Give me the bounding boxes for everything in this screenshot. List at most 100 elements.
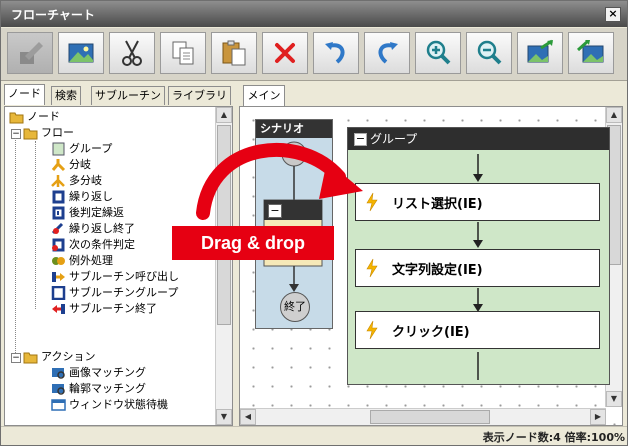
tree-item-next-condition[interactable]: 次の条件判定: [51, 237, 135, 253]
copy-button[interactable]: [160, 32, 206, 74]
group-icon: [52, 142, 65, 156]
tree-item-subroutine-group[interactable]: サブルーチングループ: [51, 285, 178, 301]
scroll-up-arrow-icon[interactable]: ▲: [606, 107, 622, 123]
image-button[interactable]: [58, 32, 104, 74]
tree-item-loop-end[interactable]: 繰り返し終了: [51, 221, 135, 237]
node-list-select-ie[interactable]: リスト選択(IE): [355, 183, 600, 221]
redo-button[interactable]: [364, 32, 410, 74]
zoom-out-button[interactable]: [466, 32, 512, 74]
scroll-down-arrow-icon[interactable]: ▼: [606, 391, 622, 407]
action-bolt-icon: [366, 192, 378, 212]
node-text-set-ie[interactable]: 文字列設定(IE): [355, 249, 600, 287]
fit-screen-icon: [527, 39, 553, 63]
delete-button[interactable]: [262, 32, 308, 74]
tree-expander-action[interactable]: −: [11, 353, 21, 363]
scenario-box[interactable]: シナリオ − 終了: [255, 119, 333, 329]
scenario-title: シナリオ: [256, 120, 332, 138]
node-label: 文字列設定(IE): [392, 262, 483, 278]
zoom-in-button[interactable]: [415, 32, 461, 74]
scroll-thumb[interactable]: [370, 410, 490, 424]
tree-item-loop[interactable]: 繰り返し: [51, 189, 113, 205]
tree-item-group[interactable]: グループ: [51, 141, 112, 157]
paste-button[interactable]: [211, 32, 257, 74]
tree-item-label: 繰り返し終了: [69, 222, 135, 235]
canvas-horizontal-scrollbar[interactable]: ◀ ▶: [240, 408, 606, 425]
delete-x-icon: [275, 43, 295, 63]
tree-item-label: 後判定繰返: [69, 206, 124, 219]
scroll-thumb[interactable]: [217, 125, 231, 325]
window-wait-icon: [51, 399, 66, 411]
tree-item-exception[interactable]: 例外処理: [51, 253, 113, 269]
tree-connector: [35, 141, 36, 309]
close-button[interactable]: ×: [605, 7, 621, 22]
tab-node[interactable]: ノード: [4, 84, 45, 105]
node-label: リスト選択(IE): [392, 196, 483, 212]
tree-vertical-scrollbar[interactable]: ▲ ▼: [215, 107, 232, 425]
next-condition-icon: [52, 238, 65, 252]
tree-item-window-wait[interactable]: ウィンドウ状態待機: [51, 397, 168, 413]
scroll-up-arrow-icon[interactable]: ▲: [216, 107, 232, 123]
undo-button[interactable]: [313, 32, 359, 74]
tree-item-label: ノード: [27, 110, 60, 123]
status-text: 表示ノード数:4 倍率:100%: [482, 431, 625, 444]
cut-button[interactable]: [109, 32, 155, 74]
folder-icon: [23, 128, 38, 140]
tree-item-flow[interactable]: フロー: [23, 125, 74, 141]
tree-item-image-matching[interactable]: 画像マッチング: [51, 365, 146, 381]
disabled-edit-button: [7, 32, 53, 74]
node-click-ie[interactable]: クリック(IE): [355, 311, 600, 349]
tree-item-label: 多分岐: [69, 174, 102, 187]
tab-main[interactable]: メイン: [243, 85, 285, 106]
fit-width-icon: [576, 39, 604, 63]
image-icon: [68, 43, 94, 63]
tab-library[interactable]: ライブラリ: [168, 86, 231, 105]
node-label: クリック(IE): [392, 324, 470, 340]
group-header: − グループ: [348, 128, 609, 150]
tree-item-label: サブルーチングループ: [69, 286, 179, 299]
title-bar[interactable]: フローチャート ×: [1, 1, 627, 27]
tree-item-label: アクション: [41, 350, 96, 363]
end-node[interactable]: 終了: [280, 292, 310, 322]
scenario-collapse-button[interactable]: −: [268, 204, 282, 218]
tree-connector: [15, 138, 16, 353]
tab-search[interactable]: 検索: [51, 86, 81, 105]
tree-item-multi-branch[interactable]: 多分岐: [51, 173, 102, 189]
multi-branch-icon: [51, 175, 65, 187]
fit-screen-button[interactable]: [517, 32, 563, 74]
tree-item-subroutine-end[interactable]: サブルーチン終了: [51, 301, 157, 317]
paste-icon: [222, 40, 246, 66]
tree-item-subroutine-call[interactable]: サブルーチン呼び出し: [51, 269, 179, 285]
tree-expander-flow[interactable]: −: [11, 129, 21, 139]
folder-icon: [9, 112, 24, 124]
tree-item-contour-matching[interactable]: 輪郭マッチング: [51, 381, 146, 397]
group-collapse-button[interactable]: −: [354, 133, 367, 146]
tree-item-label: 輪郭マッチング: [69, 382, 146, 395]
node-tree-panel: ノード − フロー グループ 分岐 多分岐 繰り返し 後判定繰返 繰り返し終了 …: [4, 106, 233, 426]
subroutine-group-icon: [51, 286, 66, 300]
copy-icon: [172, 41, 194, 65]
branch-icon: [51, 159, 66, 172]
folder-icon: [23, 352, 38, 364]
status-bar: 表示ノード数:4 倍率:100%: [1, 426, 627, 445]
tree-item-root[interactable]: ノード: [9, 109, 60, 125]
disabled-edit-icon: [20, 42, 43, 64]
scroll-down-arrow-icon[interactable]: ▼: [216, 409, 232, 425]
tab-subroutine[interactable]: サブルーチン: [91, 86, 165, 105]
zoom-in-icon: [426, 40, 451, 65]
subroutine-end-icon: [52, 304, 65, 314]
tree-item-label: サブルーチン終了: [69, 302, 157, 315]
zoom-out-icon: [477, 40, 502, 65]
tree-item-post-loop[interactable]: 後判定繰返: [51, 205, 124, 221]
fit-width-button[interactable]: [568, 32, 614, 74]
exception-icon: [52, 257, 65, 265]
scroll-right-arrow-icon[interactable]: ▶: [590, 409, 606, 425]
tree-item-label: 繰り返し: [69, 190, 113, 203]
scroll-left-arrow-icon[interactable]: ◀: [240, 409, 256, 425]
tree-item-label: 例外処理: [69, 254, 113, 267]
tree-item-action[interactable]: アクション: [23, 349, 95, 365]
undo-icon: [325, 42, 345, 64]
tree-item-label: サブルーチン呼び出し: [69, 270, 179, 283]
toolbar: [1, 28, 627, 81]
window-title: フローチャート: [11, 8, 95, 22]
tree-item-branch[interactable]: 分岐: [51, 157, 91, 173]
